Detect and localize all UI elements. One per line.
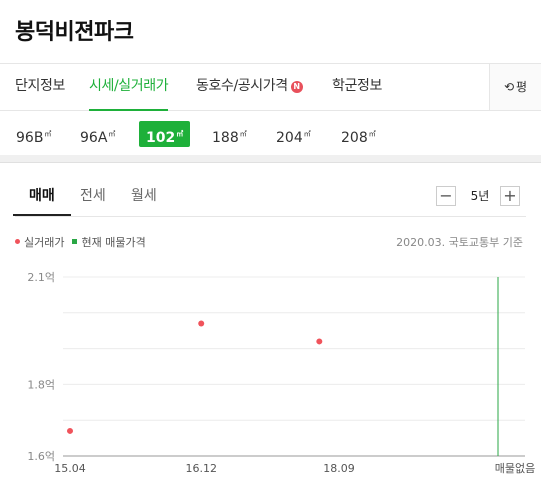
- area-label: 188: [212, 130, 239, 146]
- plus-icon: +: [503, 186, 517, 205]
- transaction-point: [198, 320, 205, 327]
- x-end-label: 매물없음: [495, 462, 535, 475]
- area-option-102[interactable]: 102㎡: [139, 121, 191, 147]
- area-option-96b[interactable]: 96B㎡: [9, 121, 58, 147]
- transaction-point: [316, 338, 323, 345]
- area-unit: ㎡: [108, 130, 116, 138]
- tab-school-info[interactable]: 학군정보: [332, 64, 382, 110]
- area-unit: ㎡: [303, 130, 311, 138]
- subtab-label: 매매: [29, 188, 55, 204]
- y-tick-label: 1.6억: [27, 450, 55, 463]
- area-selector: 96B㎡ 96A㎡ 102㎡ 188㎡ 204㎡ 208㎡: [0, 111, 541, 155]
- area-unit: ㎡: [368, 130, 376, 138]
- area-label: 96A: [80, 130, 108, 146]
- subtab-jeonse[interactable]: 전세: [80, 176, 106, 216]
- chart-legend: 실거래가 현재 매물가격: [15, 234, 146, 250]
- area-unit: ㎡: [176, 130, 184, 138]
- legend-actual: 실거래가: [24, 236, 65, 249]
- area-label: 96B: [16, 130, 44, 146]
- current-price-marker-icon: [72, 239, 78, 244]
- x-tick-label: 18.09: [323, 462, 355, 475]
- tab-label: 동호수/공시가격: [196, 78, 288, 94]
- subtab-label: 전세: [80, 188, 106, 204]
- x-tick-label: 15.04: [54, 462, 86, 475]
- page-title: 봉덕비젼파크: [15, 20, 134, 45]
- transaction-point: [67, 427, 73, 434]
- area-unit: ㎡: [239, 130, 247, 138]
- area-label: 204: [276, 130, 303, 146]
- area-label: 208: [341, 130, 368, 146]
- subtab-label: 월세: [131, 188, 157, 204]
- data-source-note: 2020.03. 국토교통부 기준: [396, 236, 523, 249]
- subtab-sale[interactable]: 매매: [13, 176, 71, 216]
- y-tick-label: 1.8억: [27, 378, 55, 391]
- period-decrease-button[interactable]: −: [436, 186, 456, 206]
- period-increase-button[interactable]: +: [500, 186, 520, 206]
- subtab-underline: [15, 216, 526, 217]
- unit-toggle-button[interactable]: ⟲ 평: [489, 64, 541, 110]
- main-tab-bar: 단지정보 시세/실거래가 동호수/공시가격 N 학군정보 ⟲ 평: [0, 63, 541, 111]
- tab-label: 단지정보: [15, 78, 65, 94]
- area-option-208[interactable]: 208㎡: [334, 121, 383, 147]
- tab-unit-public-price[interactable]: 동호수/공시가격 N: [196, 64, 303, 110]
- price-chart: 2.1억 1.8억 1.6억15.04 16.12 18.09 매물없음: [27, 271, 535, 475]
- minus-icon: −: [439, 186, 453, 205]
- tab-price-transactions[interactable]: 시세/실거래가: [89, 64, 169, 111]
- area-unit: ㎡: [44, 130, 52, 138]
- y-tick-label: 2.1억: [27, 271, 55, 284]
- tab-complex-info[interactable]: 단지정보: [15, 64, 65, 110]
- tab-label: 시세/실거래가: [89, 78, 169, 94]
- subtab-monthly-rent[interactable]: 월세: [131, 176, 157, 216]
- actual-price-marker-icon: [15, 239, 20, 244]
- section-divider: [0, 155, 541, 163]
- unit-toggle-label: 평: [516, 80, 528, 94]
- period-value: 5년: [470, 189, 490, 203]
- area-option-204[interactable]: 204㎡: [269, 121, 318, 147]
- refresh-icon: ⟲: [503, 80, 514, 94]
- area-label: 102: [146, 130, 176, 146]
- legend-current: 현재 매물가격: [81, 236, 146, 249]
- new-badge: N: [290, 81, 303, 93]
- area-option-188[interactable]: 188㎡: [205, 121, 254, 147]
- x-tick-label: 16.12: [185, 462, 217, 475]
- area-option-96a[interactable]: 96A㎡: [73, 121, 122, 147]
- tab-label: 학군정보: [332, 78, 382, 94]
